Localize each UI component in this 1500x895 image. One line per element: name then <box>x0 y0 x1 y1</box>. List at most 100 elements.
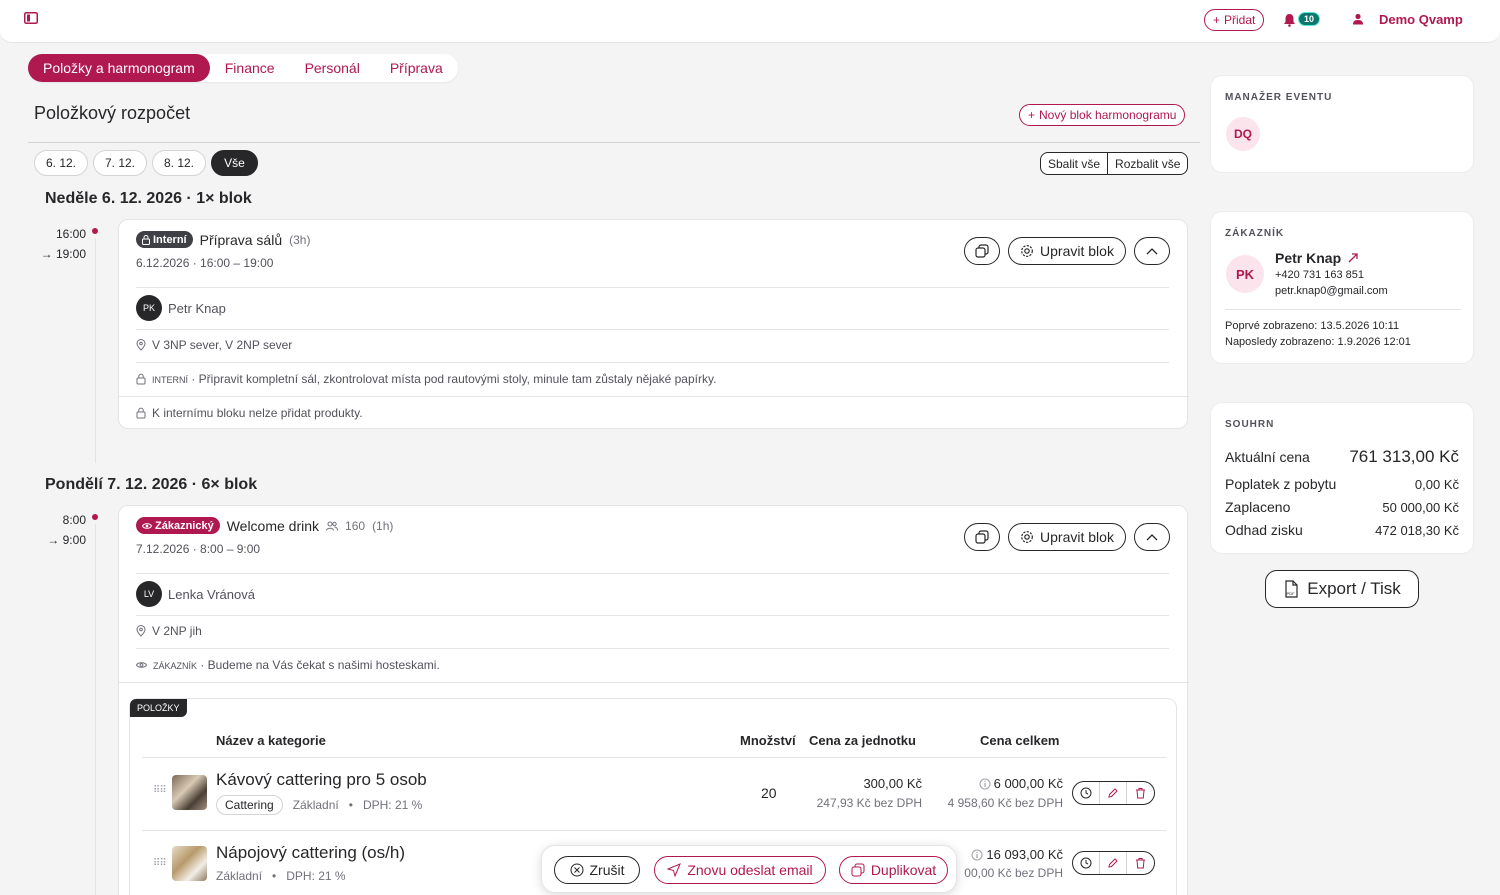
timeline-dot <box>92 228 98 234</box>
tab-staff[interactable]: Personál <box>290 54 375 82</box>
collapse-block-button[interactable] <box>1134 523 1170 551</box>
collapse-block-button[interactable] <box>1134 237 1170 265</box>
new-schedule-block-button[interactable]: + Nový blok harmonogramu <box>1019 104 1186 126</box>
column-header-unit-price: Cena za jednotku <box>809 733 916 748</box>
item-type: Základní <box>216 869 263 883</box>
lock-icon <box>136 373 146 385</box>
svg-text:PDF: PDF <box>1287 591 1296 596</box>
add-button[interactable]: + Přidat <box>1204 9 1265 31</box>
block-location-row: V 2NP jih <box>136 624 202 638</box>
expand-all-button[interactable]: Rozbalit vše <box>1108 153 1187 174</box>
divider <box>136 648 1169 649</box>
date-chip-8-12[interactable]: 8. 12. <box>152 150 206 176</box>
drag-handle-icon[interactable]: ⠿⠿ <box>153 858 167 869</box>
day-title-2: Pondělí 7. 12. 2026 · 6× blok <box>45 476 258 493</box>
avatar: PK <box>1226 255 1264 293</box>
close-circle-icon <box>570 863 583 877</box>
customer-phone: +420 731 163 851 <box>1275 269 1365 281</box>
edit-icon[interactable] <box>1100 782 1127 804</box>
summary-row-current-price: Aktuální cena 761 313,00 Kč <box>1225 447 1459 466</box>
trash-icon[interactable] <box>1127 852 1154 874</box>
item-vat: DPH: 21 % <box>362 798 423 812</box>
column-header-qty: Množství <box>740 733 796 748</box>
product-image <box>172 775 207 810</box>
clock-icon[interactable] <box>1073 782 1100 804</box>
customer-email: petr.knap0@gmail.com <box>1275 285 1388 297</box>
divider <box>136 615 1169 616</box>
tab-finance[interactable]: Finance <box>210 54 290 82</box>
item-name: Nápojový cattering (os/h) <box>216 843 405 862</box>
divider <box>1225 309 1461 310</box>
lock-icon <box>142 234 150 245</box>
duplicate-button[interactable]: Duplikovat <box>839 856 948 884</box>
timeline-line <box>95 238 96 463</box>
plus-icon: + <box>1213 13 1221 27</box>
edit-block-button[interactable]: Upravit blok <box>1008 523 1126 551</box>
summary-row-paid: Zaplaceno 50 000,00 Kč <box>1225 499 1459 515</box>
user-name[interactable]: Demo Qvamp <box>1379 12 1463 27</box>
block-datetime: 6.12.2026 · 16:00 – 19:00 <box>136 256 274 270</box>
plus-icon: + <box>1028 108 1036 122</box>
lock-icon <box>136 407 146 419</box>
summary-row-profit-estimate: Odhad zisku 472 018,30 Kč <box>1225 522 1459 538</box>
chevron-up-icon <box>1146 534 1158 541</box>
first-seen: Poprvé zobrazeno: 13.5.2026 10:11 <box>1225 320 1400 332</box>
date-chip-6-12[interactable]: 6. 12. <box>34 150 88 176</box>
sidebar-toggle-icon[interactable] <box>24 12 38 24</box>
column-header-total: Cena celkem <box>980 733 1060 748</box>
avatar[interactable]: DQ <box>1226 117 1260 151</box>
trash-icon[interactable] <box>1127 782 1154 804</box>
divider <box>136 287 1169 288</box>
title-divider <box>28 142 1200 143</box>
collapse-expand-group: Sbalit vše Rozbalit vše <box>1040 152 1189 175</box>
pdf-file-icon: PDF <box>1285 580 1298 598</box>
collapse-all-button[interactable]: Sbalit vše <box>1041 153 1109 174</box>
resend-email-button[interactable]: Znovu odeslat email <box>654 856 826 884</box>
table-row: ⠿⠿ Kávový cattering pro 5 osob Cattering… <box>130 758 1176 830</box>
tab-preparation[interactable]: Příprava <box>375 54 458 82</box>
copy-icon <box>975 530 989 544</box>
divider <box>119 682 1189 683</box>
timeline-dot <box>92 514 98 520</box>
avatar: PK <box>136 295 162 321</box>
date-chip-7-12[interactable]: 7. 12. <box>93 150 147 176</box>
tab-items-schedule[interactable]: Položky a harmonogram <box>28 54 210 82</box>
clock-icon[interactable] <box>1073 852 1100 874</box>
schedule-block-1: Interní Příprava sálů (3h) 6.12.2026 · 1… <box>118 219 1189 429</box>
export-print-button[interactable]: PDF Export / Tisk <box>1265 570 1419 608</box>
drag-handle-icon[interactable]: ⠿⠿ <box>153 785 167 796</box>
summary-card: SOUHRN Aktuální cena 761 313,00 Kč Popla… <box>1210 402 1474 554</box>
internal-badge: Interní <box>136 231 193 248</box>
block-time-range-1: 16:00 → 19:00 <box>40 227 86 261</box>
products-disabled-note: K internímu bloku nelze přidat produkty. <box>136 406 363 420</box>
bell-icon[interactable] <box>1283 13 1296 27</box>
notification-count-badge: 10 <box>1298 12 1321 26</box>
eye-icon <box>142 522 152 529</box>
date-chip-all[interactable]: Vše <box>211 150 258 176</box>
eye-icon <box>136 662 147 668</box>
edit-icon[interactable] <box>1100 852 1127 874</box>
day-title-1: Neděle 6. 12. 2026 · 1× blok <box>45 190 252 207</box>
block-duration: (1h) <box>372 518 394 533</box>
block-person-row: PK Petr Knap <box>136 295 226 321</box>
event-manager-label: MANAŽER EVENTU <box>1225 92 1333 103</box>
customer-name[interactable]: Petr Knap <box>1275 250 1341 266</box>
customer-label: ZÁKAZNÍK <box>1225 228 1285 239</box>
block-time-range-2: 8:00 → 9:00 <box>47 513 86 547</box>
event-manager-card: MANAŽER EVENTU DQ <box>1210 75 1474 173</box>
copy-block-button[interactable] <box>964 523 1000 551</box>
location-pin-icon <box>136 339 146 351</box>
item-actions <box>1072 851 1155 875</box>
item-total: 16 093,00 Kč <box>986 847 1063 862</box>
send-icon <box>667 863 682 877</box>
block-name: Welcome drink <box>226 517 320 534</box>
customer-badge: Zákaznický <box>136 517 220 534</box>
cancel-button[interactable]: Zrušit <box>554 856 640 884</box>
top-bar: + Přidat 10 Demo Qvamp <box>0 0 1500 43</box>
copy-block-button[interactable] <box>964 237 1000 265</box>
guests-icon <box>326 521 339 531</box>
copy-icon <box>975 244 989 258</box>
guest-count: 160 <box>345 518 366 533</box>
summary-label: SOUHRN <box>1225 419 1275 430</box>
edit-block-button[interactable]: Upravit blok <box>1008 237 1126 265</box>
